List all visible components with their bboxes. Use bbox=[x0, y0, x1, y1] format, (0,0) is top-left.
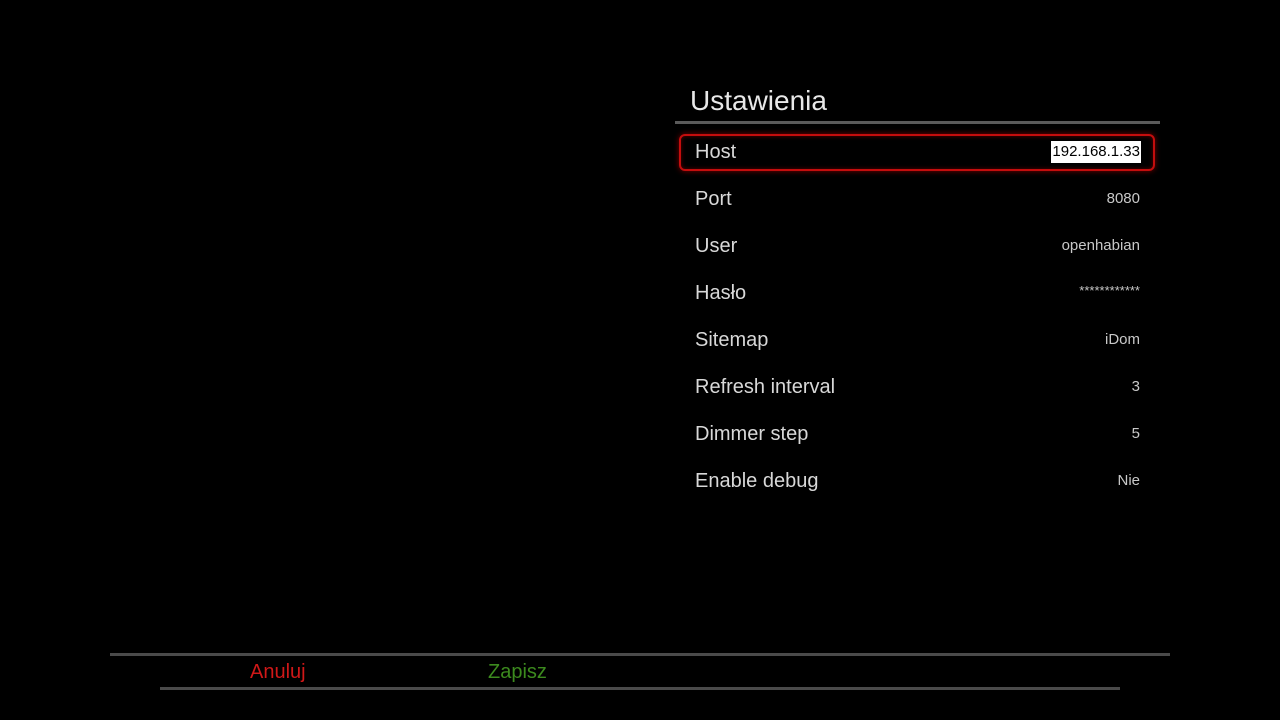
setting-row-host[interactable]: Host 192.168.1.33 bbox=[675, 131, 1160, 178]
save-button[interactable]: Zapisz bbox=[488, 660, 547, 684]
setting-row-password[interactable]: Hasło ************ bbox=[675, 272, 1160, 319]
dimmer-step-value: 5 bbox=[1131, 425, 1140, 442]
setting-label: Refresh interval bbox=[695, 376, 836, 398]
footer-divider-top bbox=[110, 653, 1170, 656]
settings-list: Host 192.168.1.33 Port 8080 User openhab… bbox=[675, 131, 1160, 507]
user-value: openhabian bbox=[1061, 237, 1140, 254]
setting-row-user[interactable]: User openhabian bbox=[675, 225, 1160, 272]
host-input[interactable]: 192.168.1.33 bbox=[1051, 141, 1141, 163]
setting-label: User bbox=[695, 235, 738, 257]
sitemap-value: iDom bbox=[1104, 331, 1140, 348]
password-value: ************ bbox=[1079, 283, 1140, 298]
footer-divider-bottom bbox=[160, 687, 1120, 690]
settings-screen: Ustawienia Host 192.168.1.33 Port 8080 U… bbox=[0, 0, 1280, 720]
setting-row-enable-debug[interactable]: Enable debug Nie bbox=[675, 460, 1160, 507]
refresh-interval-value: 3 bbox=[1131, 378, 1140, 395]
page-title: Ustawienia bbox=[690, 85, 827, 116]
setting-label: Port bbox=[695, 188, 732, 210]
setting-row-sitemap[interactable]: Sitemap iDom bbox=[675, 319, 1160, 366]
port-value: 8080 bbox=[1106, 190, 1140, 207]
setting-label: Host bbox=[695, 141, 737, 163]
title-divider bbox=[675, 121, 1160, 124]
cancel-button[interactable]: Anuluj bbox=[250, 660, 306, 684]
enable-debug-value: Nie bbox=[1117, 472, 1140, 489]
setting-row-port[interactable]: Port 8080 bbox=[675, 178, 1160, 225]
setting-row-refresh-interval[interactable]: Refresh interval 3 bbox=[675, 366, 1160, 413]
setting-label: Enable debug bbox=[695, 470, 819, 492]
setting-label: Dimmer step bbox=[695, 423, 809, 445]
setting-label: Hasło bbox=[695, 282, 747, 304]
setting-label: Sitemap bbox=[695, 329, 769, 351]
setting-row-dimmer-step[interactable]: Dimmer step 5 bbox=[675, 413, 1160, 460]
